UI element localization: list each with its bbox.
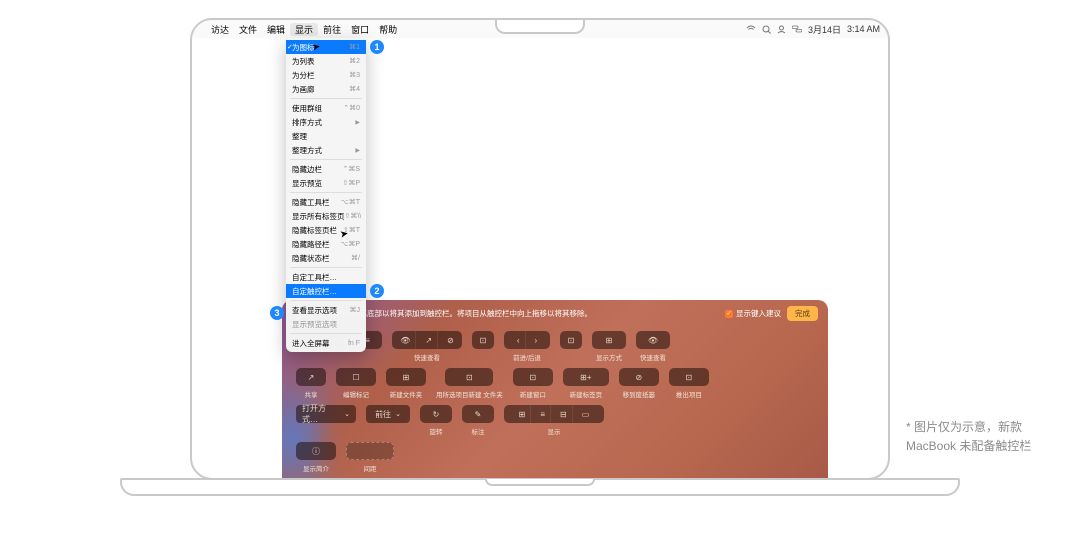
- touchbar-tile[interactable]: ⊞≡⊟▭显示: [504, 405, 604, 436]
- menubar-item-window[interactable]: 窗口: [346, 23, 374, 36]
- laptop-base: [120, 478, 960, 496]
- menu-item[interactable]: 进入全屏幕fn F: [286, 336, 366, 350]
- touchbar-tile[interactable]: ‹›前进/后退: [504, 331, 550, 362]
- touchbar-tile[interactable]: ⊘移到废纸篓: [619, 368, 659, 399]
- menu-item[interactable]: 查看显示选项⌘J: [286, 303, 366, 317]
- menu-item[interactable]: 隐藏边栏⌃⌘S: [286, 162, 366, 176]
- tile-caption: 间距: [364, 463, 377, 473]
- menu-item[interactable]: 排序方式▶: [286, 115, 366, 129]
- menu-item[interactable]: 隐藏状态栏⌘/: [286, 251, 366, 265]
- disclaimer-text: * 图片仅为示意，新款 MacBook 未配备触控栏: [906, 418, 1056, 456]
- touchbar-tile[interactable]: 👁↗⊘快速查看: [392, 331, 462, 362]
- callout-badge-3: 3: [270, 306, 284, 320]
- tile-caption: 标注: [472, 426, 485, 436]
- tile-caption: 新建窗口: [520, 389, 546, 399]
- menubar-item-file[interactable]: 文件: [234, 23, 262, 36]
- menu-item[interactable]: 为画廊⌘4: [286, 82, 366, 96]
- tile-caption: 显示简介: [303, 463, 329, 473]
- tile-caption: 显示方式: [596, 352, 622, 362]
- menubar-item-edit[interactable]: 编辑: [262, 23, 290, 36]
- menu-item[interactable]: 自定工具栏…: [286, 270, 366, 284]
- menubar-time[interactable]: 3:14 AM: [847, 24, 880, 34]
- show-suggestions-label: 显示键入建议: [736, 308, 781, 319]
- menu-item[interactable]: 为列表⌘2: [286, 54, 366, 68]
- touchbar-tile[interactable]: ⊡: [560, 331, 582, 352]
- tile-caption: 新建文件夹: [390, 389, 423, 399]
- tile-caption: 移到废纸篓: [623, 389, 656, 399]
- touchbar-tile[interactable]: 间距: [346, 442, 394, 473]
- touchbar-tile[interactable]: 打开方式… ⌄: [296, 405, 356, 426]
- search-icon[interactable]: [762, 25, 771, 34]
- touchbar-tile[interactable]: ↗共享: [296, 368, 326, 399]
- touchbar-tile[interactable]: ⊡用所选项目新建 文件夹: [436, 368, 503, 399]
- touchbar-tile[interactable]: ⊞+新建标签页: [563, 368, 609, 399]
- cursor-icon: ➤: [311, 41, 321, 53]
- menu-item[interactable]: 整理方式▶: [286, 143, 366, 157]
- tile-caption: 推出项目: [676, 389, 702, 399]
- user-icon[interactable]: [777, 25, 786, 34]
- menu-item[interactable]: 整理: [286, 129, 366, 143]
- menu-item[interactable]: 隐藏工具栏⌥⌘T: [286, 195, 366, 209]
- cursor-icon: ➤: [339, 228, 349, 240]
- touchbar-tile[interactable]: 👁快速查看: [636, 331, 670, 362]
- menu-item[interactable]: 显示所有标签页⇧⌘\\: [286, 209, 366, 223]
- touchbar-tile[interactable]: ⊡: [472, 331, 494, 352]
- laptop-screen: 访达 文件 编辑 显示 前往 窗口 帮助 3月14日 3:14 AM ✓为图标⌘…: [190, 18, 890, 480]
- touchbar-tile[interactable]: ☐编辑标记: [336, 368, 376, 399]
- view-menu-dropdown: ✓为图标⌘11为列表⌘2为分栏⌘3为画廊⌘4 使用群组⌃⌘0排序方式▶整理整理方式…: [286, 38, 366, 352]
- tile-caption: 新建标签页: [570, 389, 603, 399]
- menubar-status: 3月14日 3:14 AM: [746, 23, 880, 36]
- menu-item[interactable]: 显示预览⇧⌘P: [286, 176, 366, 190]
- tile-caption: 快速查看: [414, 352, 440, 362]
- menu-item[interactable]: 为分栏⌘3: [286, 68, 366, 82]
- tile-caption: 前进/后退: [513, 352, 541, 362]
- menu-item[interactable]: 自定触控栏…2: [286, 284, 366, 298]
- menu-item[interactable]: ✓为图标⌘11: [286, 40, 366, 54]
- touchbar-tile[interactable]: 前往 ⌄: [366, 405, 410, 426]
- touchbar-tile[interactable]: ⊞显示方式: [592, 331, 626, 362]
- touchbar-tile[interactable]: ✎标注: [462, 405, 494, 436]
- show-suggestions-checkbox[interactable]: ✓: [725, 310, 733, 318]
- tile-caption: 显示: [548, 426, 561, 436]
- menu-item[interactable]: 使用群组⌃⌘0: [286, 101, 366, 115]
- menu-item[interactable]: 隐藏路径栏⌥⌘P: [286, 237, 366, 251]
- tile-caption: 共享: [305, 389, 318, 399]
- wifi-icon[interactable]: [746, 25, 756, 33]
- menubar-date[interactable]: 3月14日: [808, 23, 841, 36]
- menubar-item-help[interactable]: 帮助: [374, 23, 402, 36]
- touchbar-tile[interactable]: ⊡新建窗口: [513, 368, 553, 399]
- menubar-item-view[interactable]: 显示: [290, 23, 318, 36]
- touchbar-tile[interactable]: ⊞新建文件夹: [386, 368, 426, 399]
- menubar-item-go[interactable]: 前往: [318, 23, 346, 36]
- tile-caption: 编辑标记: [343, 389, 369, 399]
- menubar-app-name[interactable]: 访达: [206, 23, 234, 36]
- menu-item[interactable]: 显示预览选项: [286, 317, 366, 331]
- menu-item[interactable]: 隐藏标签页栏⇧⌘T: [286, 223, 366, 237]
- touchbar-tile[interactable]: ⓘ显示简介: [296, 442, 336, 473]
- touchbar-tile[interactable]: ↻旋转: [420, 405, 452, 436]
- tile-caption: 旋转: [430, 426, 443, 436]
- tile-caption: 用所选项目新建 文件夹: [436, 389, 503, 399]
- tile-caption: 快速查看: [640, 352, 666, 362]
- done-button[interactable]: 完成: [787, 306, 818, 321]
- control-center-icon[interactable]: [792, 25, 802, 33]
- touchbar-tile[interactable]: ⊡推出项目: [669, 368, 709, 399]
- display-notch: [495, 20, 585, 34]
